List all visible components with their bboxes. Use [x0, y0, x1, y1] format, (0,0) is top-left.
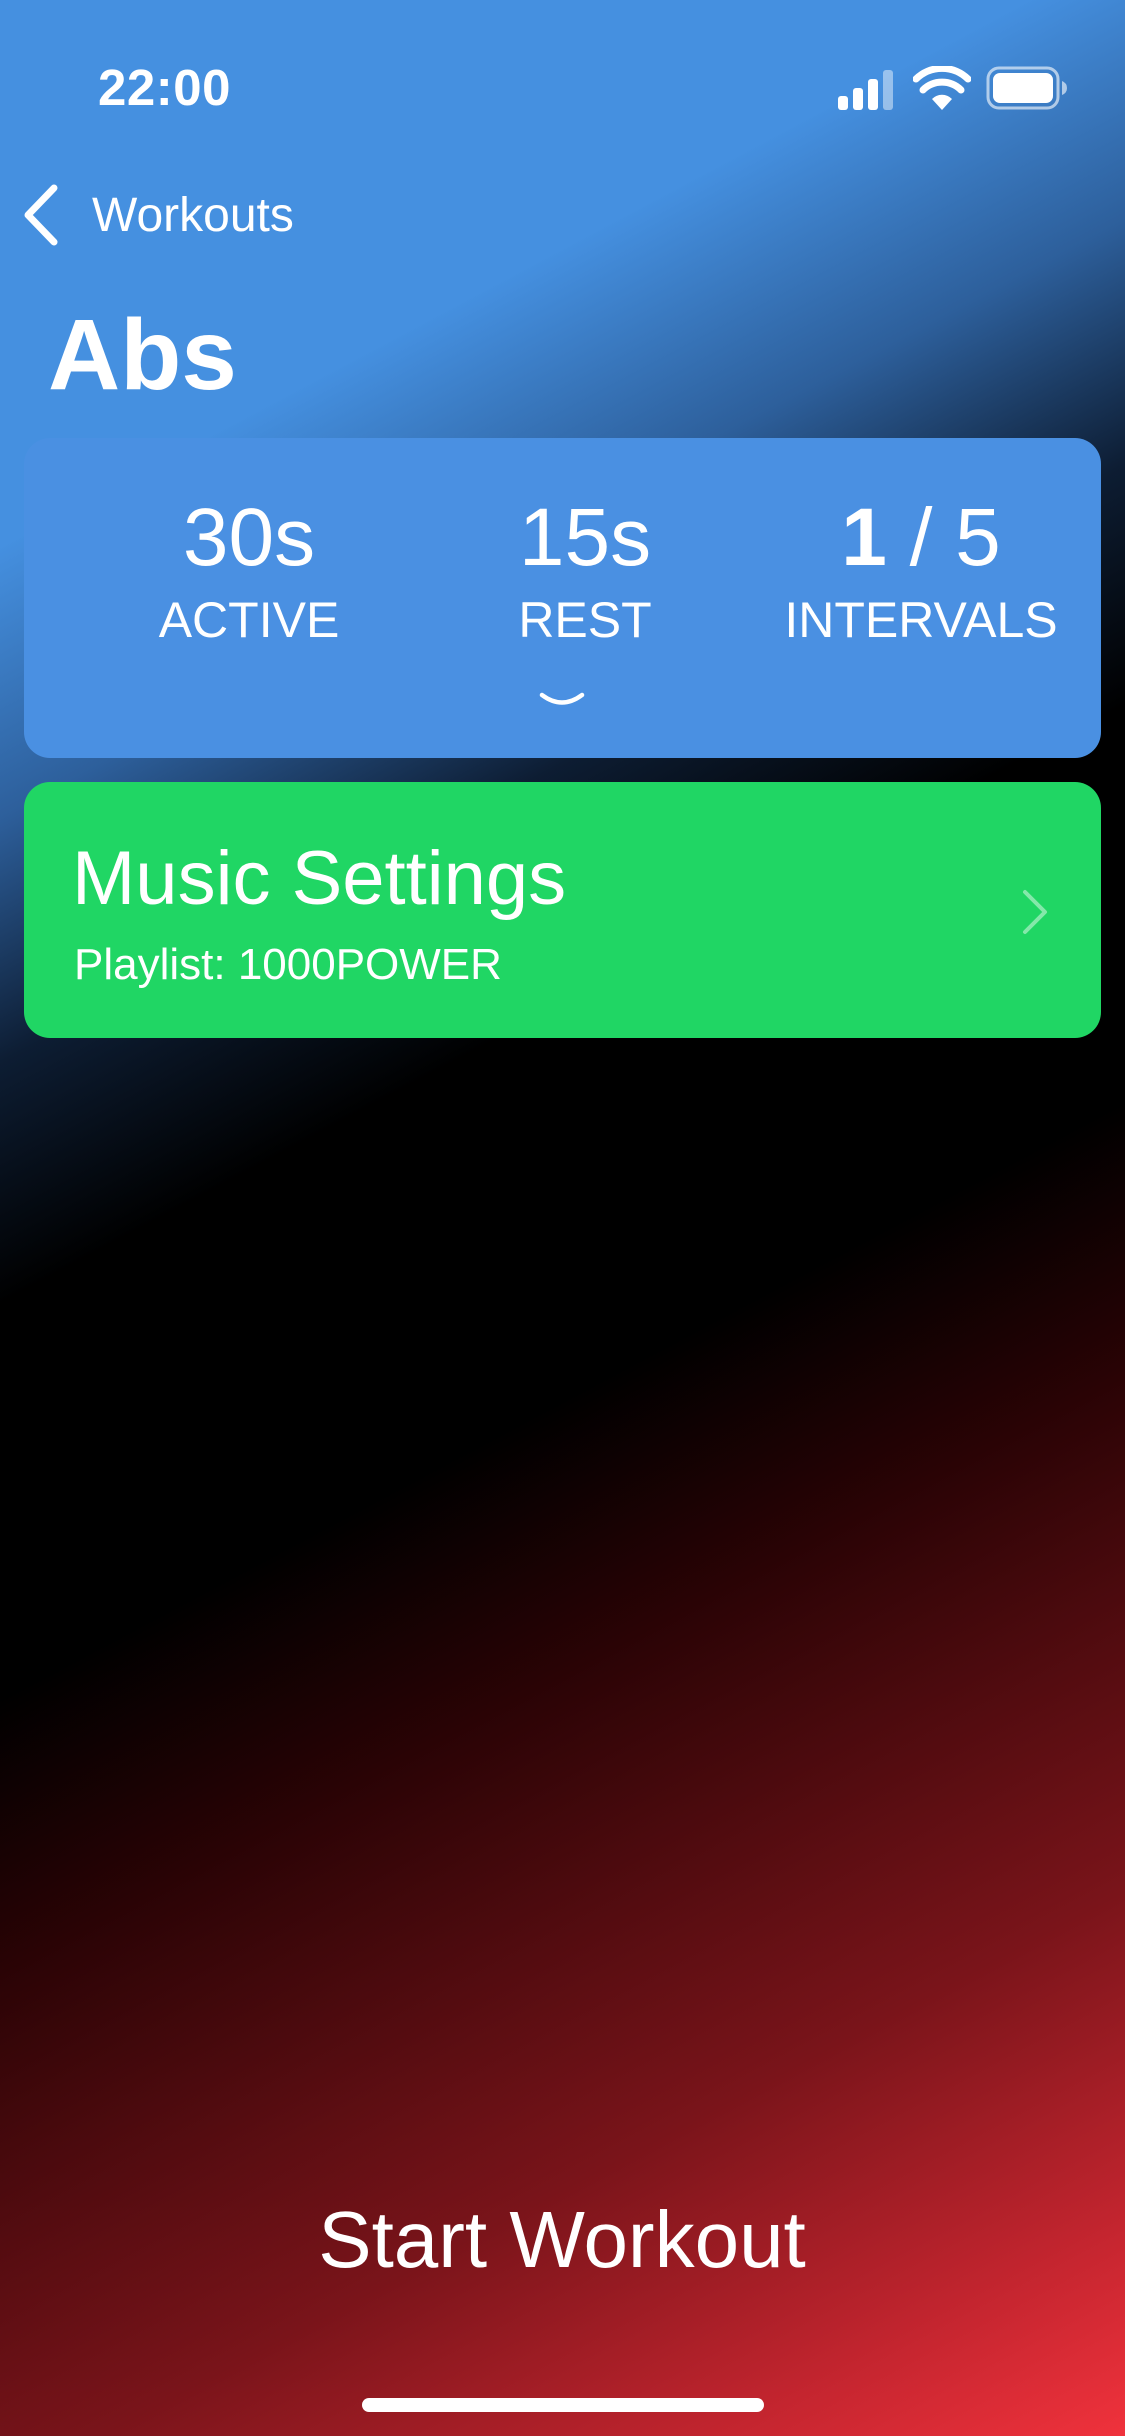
intervals-value: 1 / 5: [756, 488, 1086, 588]
interval-stats-card[interactable]: 30s ACTIVE 15s REST 1 / 5 INTERVALS: [24, 438, 1101, 758]
battery-icon: [986, 66, 1067, 110]
status-time: 22:00: [98, 59, 231, 116]
chevron-right-icon: [1023, 890, 1047, 934]
chevron-down-icon[interactable]: [538, 690, 586, 710]
stat-rest: 15s REST: [420, 488, 750, 650]
music-settings-title: Music Settings: [72, 836, 567, 921]
status-bar: 22:00: [0, 0, 1125, 150]
home-indicator[interactable]: [362, 2398, 764, 2412]
active-label: ACTIVE: [158, 592, 340, 648]
back-button-label: Workouts: [92, 188, 294, 242]
intervals-label: INTERVALS: [784, 592, 1058, 648]
stat-intervals: 1 / 5 INTERVALS: [756, 488, 1086, 650]
start-workout-button[interactable]: Start Workout: [262, 2180, 862, 2300]
stat-active: 30s ACTIVE: [84, 488, 414, 650]
music-settings-button[interactable]: Music Settings Playlist: 1000POWER: [24, 782, 1101, 1038]
chevron-left-icon: [24, 184, 58, 246]
intervals-current: 1: [841, 492, 887, 583]
wifi-icon: [913, 66, 971, 110]
rest-duration-value: 15s: [518, 492, 652, 583]
intervals-separator: /: [886, 492, 956, 583]
page-title: Abs: [48, 299, 237, 411]
playlist-label: Playlist: 1000POWER: [74, 940, 502, 989]
active-duration-value: 30s: [182, 492, 316, 583]
intervals-total: 5: [955, 492, 1001, 583]
rest-label: REST: [518, 592, 652, 648]
signal-icon: [838, 70, 893, 110]
back-button[interactable]: Workouts: [20, 180, 294, 250]
